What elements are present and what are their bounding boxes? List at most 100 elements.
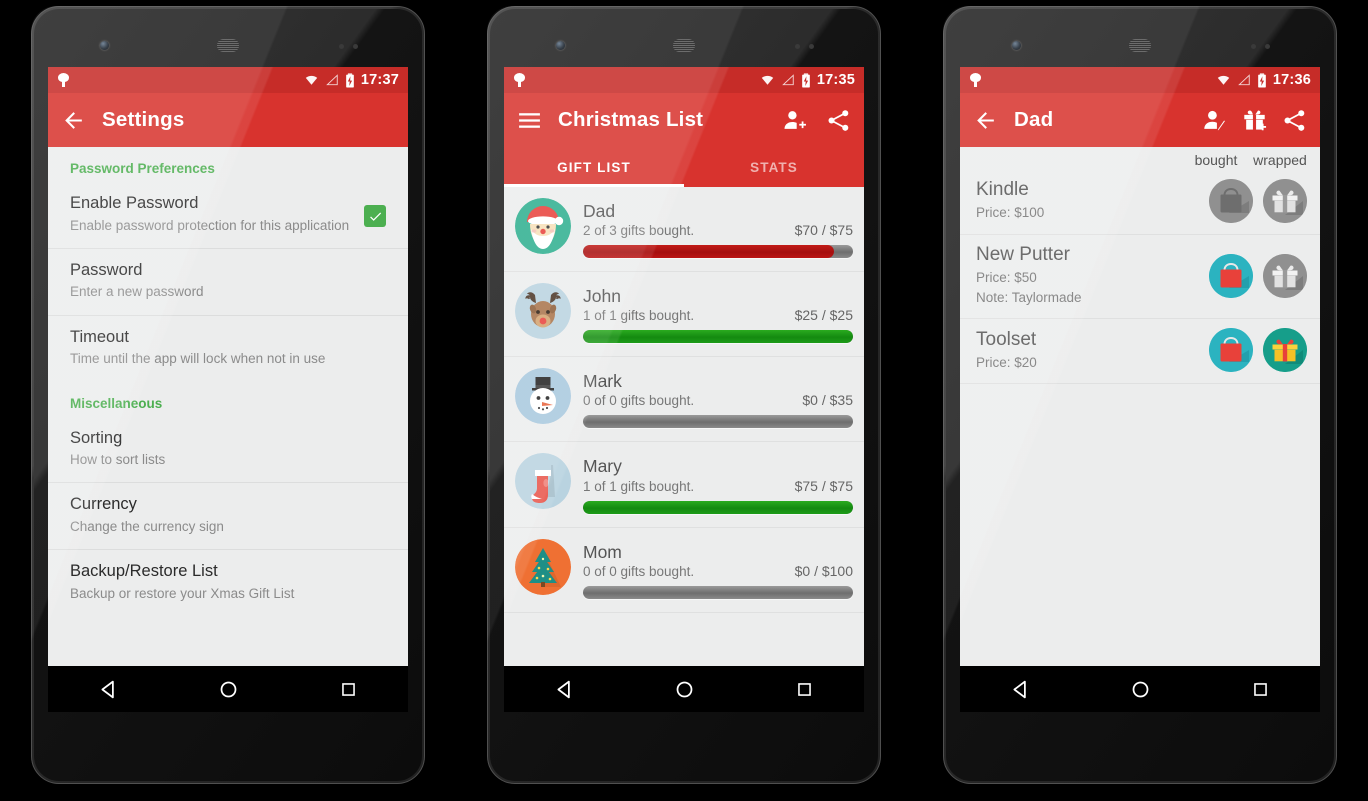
setting-row-password[interactable]: Password Enter a new password (48, 249, 408, 316)
setting-title: Password (70, 260, 143, 279)
proximity-sensors (1251, 44, 1270, 49)
wrapped-toggle[interactable] (1263, 179, 1307, 223)
table-row[interactable]: New Putter Price: $50 Note: Taylormade (960, 235, 1320, 320)
edit-person-icon[interactable] (1202, 108, 1227, 133)
nav-home-button[interactable] (661, 666, 707, 712)
person-gift-count: 0 of 0 gifts bought. (583, 393, 695, 409)
gifts-list: bought wrapped Kindle Price: $100 New Pu… (960, 147, 1320, 712)
status-bar: 17:35 (504, 67, 864, 93)
nav-recents-button[interactable] (1237, 666, 1283, 712)
back-triangle-icon (557, 680, 570, 698)
add-person-icon[interactable] (782, 108, 807, 133)
status-time: 17:36 (1272, 72, 1311, 88)
column-header-wrapped: wrapped (1253, 152, 1307, 168)
setting-subtitle: Change the currency sign (70, 519, 224, 534)
setting-title: Enable Password (70, 194, 199, 212)
wifi-icon (305, 75, 318, 85)
earpiece-speaker (1129, 39, 1151, 52)
setting-title: Sorting (70, 428, 123, 447)
person-name: Dad (583, 201, 616, 221)
stocking-avatar (515, 453, 571, 510)
nav-back-button[interactable] (541, 666, 587, 712)
gift-name: New Putter (976, 244, 1070, 265)
reindeer-avatar (515, 283, 571, 340)
progress-fill (583, 500, 853, 514)
owl-icon (969, 73, 982, 87)
status-bar: 17:37 (48, 67, 408, 93)
section-header-misc: Miscellaneous (70, 395, 163, 411)
gift-name: Kindle (976, 179, 1029, 201)
setting-row-enable-password[interactable]: Enable Password Enable password protecti… (48, 182, 408, 249)
column-header-bought: bought (1194, 152, 1238, 168)
table-row[interactable]: Toolset Price: $20 (960, 319, 1320, 385)
nav-recents-button[interactable] (325, 666, 371, 712)
person-name: Mary (583, 456, 622, 477)
check-icon (369, 212, 381, 221)
battery-charging-icon (802, 72, 810, 88)
home-circle-icon (220, 681, 236, 697)
setting-subtitle: How to sort lists (70, 452, 166, 468)
bought-toggle[interactable] (1209, 328, 1253, 373)
wifi-icon (761, 75, 774, 85)
setting-row-sorting[interactable]: Sorting How to sort lists (48, 417, 408, 484)
home-circle-icon (676, 681, 692, 697)
nav-recents-button[interactable] (781, 666, 827, 712)
bought-toggle[interactable] (1209, 253, 1253, 298)
christmas-tree-avatar (515, 538, 571, 595)
share-icon[interactable] (826, 108, 851, 133)
share-icon[interactable] (1282, 108, 1307, 133)
hamburger-menu-icon[interactable] (517, 108, 542, 133)
progress-fill (583, 330, 853, 344)
add-gift-icon[interactable] (1242, 108, 1267, 133)
back-triangle-icon (101, 680, 114, 698)
setting-title: Currency (70, 495, 137, 514)
enable-password-checkbox[interactable] (364, 205, 386, 227)
screenshot-stage: 17:37 Settings Password Preferences Enab… (0, 0, 1368, 801)
recents-square-icon (797, 682, 811, 696)
signal-triangle-icon (326, 74, 338, 86)
person-gift-count: 0 of 0 gifts bought. (583, 563, 695, 579)
tab-bar: GIFT LIST STATS (504, 147, 864, 187)
person-name: Mom (583, 541, 622, 562)
progress-bar (583, 415, 853, 429)
list-item[interactable]: Mary 1 of 1 gifts bought. $75 / $75 (504, 442, 864, 528)
owl-icon (57, 73, 70, 87)
wrapped-toggle[interactable] (1263, 328, 1307, 373)
column-headers: bought wrapped (960, 147, 1320, 170)
setting-subtitle: Time until the app will lock when not in… (70, 351, 326, 367)
back-arrow-icon[interactable] (973, 108, 998, 133)
progress-bar (583, 245, 853, 259)
list-item[interactable]: Mom 0 of 0 gifts bought. $0 / $100 (504, 528, 864, 613)
android-nav-bar (504, 666, 864, 712)
signal-triangle-icon (782, 74, 794, 86)
recents-square-icon (1253, 682, 1267, 696)
list-item[interactable]: Dad 2 of 3 gifts bought. $70 / $75 (504, 187, 864, 273)
setting-row-backup-restore[interactable]: Backup/Restore List Backup or restore yo… (48, 550, 408, 616)
setting-row-currency[interactable]: Currency Change the currency sign (48, 483, 408, 551)
tab-gift-list[interactable]: GIFT LIST (504, 147, 684, 187)
phone-person-detail: 17:36 Dad bought wrapped Kindle Price: $… (943, 6, 1337, 784)
back-arrow-icon[interactable] (61, 108, 86, 133)
setting-row-timeout[interactable]: Timeout Time until the app will lock whe… (48, 316, 408, 382)
nav-back-button[interactable] (997, 666, 1043, 712)
status-bar: 17:36 (960, 67, 1320, 93)
progress-bar (583, 500, 853, 514)
tab-stats[interactable]: STATS (684, 147, 864, 187)
phone-gift-list: 17:35 Christmas List GIFT LIST STATS Dad… (487, 6, 881, 784)
list-item[interactable]: John 1 of 1 gifts bought. $25 / $25 (504, 272, 864, 358)
nav-back-button[interactable] (85, 666, 131, 712)
android-nav-bar (48, 666, 408, 712)
table-row[interactable]: Kindle Price: $100 (960, 170, 1320, 235)
wrapped-toggle[interactable] (1263, 253, 1307, 298)
recents-square-icon (341, 682, 355, 696)
person-amount: $0 / $35 (802, 392, 853, 409)
setting-subtitle: Enable password protection for this appl… (70, 217, 350, 233)
person-gift-count: 2 of 3 gifts bought. (583, 223, 695, 239)
gift-price: Price: $20 (976, 354, 1037, 370)
list-item[interactable]: Mark 0 of 0 gifts bought. $0 / $35 (504, 357, 864, 443)
nav-home-button[interactable] (1117, 666, 1163, 712)
bought-toggle[interactable] (1209, 179, 1253, 223)
nav-home-button[interactable] (205, 666, 251, 712)
status-time: 17:35 (816, 72, 855, 88)
person-name: John (583, 286, 621, 307)
